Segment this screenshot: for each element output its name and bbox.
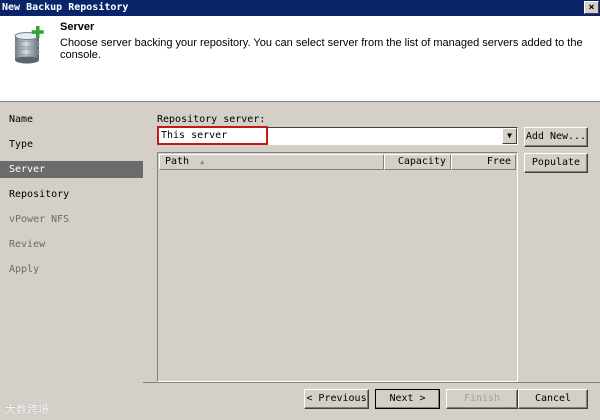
- footer-divider: [143, 382, 600, 383]
- database-add-icon: [14, 26, 44, 64]
- window-titlebar: New Backup Repository ×: [0, 0, 600, 16]
- chevron-down-icon[interactable]: ▼: [502, 128, 517, 144]
- add-new-button[interactable]: Add New...: [524, 127, 588, 147]
- volumes-table[interactable]: Path ▲ Capacity Free: [157, 152, 518, 382]
- column-path-label: Path: [165, 156, 190, 167]
- finish-button: Finish: [446, 389, 518, 409]
- annotation-highlight-box: [157, 126, 268, 145]
- column-header-free[interactable]: Free: [451, 154, 516, 170]
- sidebar-item-repository[interactable]: Repository: [0, 186, 143, 203]
- window-title: New Backup Repository: [2, 2, 129, 13]
- sidebar-item-review: Review: [9, 239, 46, 250]
- sidebar-item-type[interactable]: Type: [0, 136, 143, 153]
- sidebar-item-vpower-nfs: vPower NFS: [9, 214, 70, 225]
- wizard-steps: Name Type Server Repository vPower NFS R…: [0, 103, 143, 420]
- previous-button[interactable]: < Previous: [304, 389, 369, 409]
- page-title: Server: [60, 21, 95, 33]
- watermark-logo: 大数跨境: [5, 404, 49, 416]
- populate-button[interactable]: Populate: [524, 153, 588, 173]
- page-description: Choose server backing your repository. Y…: [60, 37, 583, 61]
- wizard-header: Server Choose server backing your reposi…: [0, 16, 600, 102]
- close-button[interactable]: ×: [584, 1, 599, 14]
- sidebar-item-name[interactable]: Name: [0, 111, 143, 128]
- sort-ascending-icon: ▲: [200, 158, 205, 166]
- cancel-button[interactable]: Cancel: [518, 389, 588, 409]
- repository-server-label: Repository server:: [157, 114, 266, 125]
- column-header-capacity[interactable]: Capacity: [384, 154, 451, 170]
- sidebar-item-apply: Apply: [9, 264, 40, 275]
- sidebar-item-server[interactable]: Server: [0, 161, 143, 178]
- next-button[interactable]: Next >: [375, 389, 440, 409]
- column-header-path[interactable]: Path ▲: [159, 154, 384, 170]
